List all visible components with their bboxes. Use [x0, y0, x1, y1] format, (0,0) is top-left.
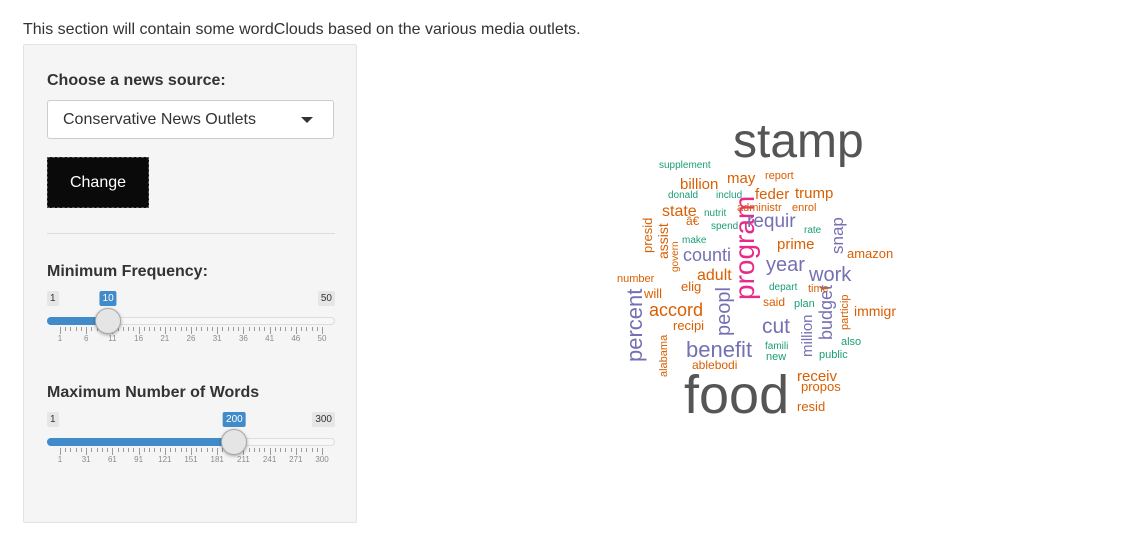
wordcloud-word: rate: [804, 225, 822, 236]
wordcloud-word: donald: [668, 190, 698, 201]
wordcloud-word: requir: [747, 211, 796, 232]
wordcloud-word: elig: [681, 279, 701, 294]
wordcloud-word: plan: [794, 298, 815, 310]
wordcloud-word: particip: [839, 295, 851, 330]
wordcloud-word: may: [727, 170, 756, 187]
wordcloud-word: feder: [755, 186, 789, 203]
wordcloud-word: new: [766, 351, 786, 363]
wordcloud-word: peopl: [713, 287, 735, 336]
wordcloud-word: nutrit: [704, 208, 726, 219]
wordcloud-word: propos: [801, 379, 841, 394]
wordcloud-word: â€: [686, 214, 700, 228]
wordcloud-word: public: [819, 349, 848, 361]
wordcloud-word: food: [684, 365, 789, 425]
wordcloud: stampfoodprogrambenefitpercent peoplworky…: [617, 115, 896, 425]
wordcloud-word: time: [808, 283, 829, 295]
wordcloud-word: enrol: [792, 202, 816, 214]
wordcloud-word: counti: [683, 245, 731, 265]
wordcloud-word: accord: [649, 300, 703, 320]
wordcloud-word: depart: [769, 282, 798, 293]
wordcloud-word: adult: [697, 267, 732, 284]
wordcloud-word: spend: [711, 221, 738, 232]
wordcloud-word: recipi: [673, 318, 704, 333]
wordcloud-word: amazon: [847, 246, 893, 261]
wordcloud-word: year: [766, 254, 805, 276]
wordcloud-word: make: [682, 235, 707, 246]
wordcloud-word: prime: [777, 236, 815, 253]
wordcloud-word: administr: [737, 202, 782, 214]
wordcloud-word: resid: [797, 399, 825, 414]
wordcloud-word: govern: [670, 241, 681, 272]
wordcloud-word: alabama: [658, 334, 670, 377]
wordcloud-word: million: [799, 314, 816, 357]
wordcloud-word: immigr: [854, 303, 896, 319]
wordcloud-word: stamp: [733, 115, 864, 168]
wordcloud-word: cut: [762, 315, 790, 338]
wordcloud-word: trump: [795, 185, 833, 202]
wordcloud-word: will: [643, 286, 662, 301]
wordcloud-word: said: [763, 295, 785, 309]
wordcloud-word: ablebodi: [692, 358, 737, 372]
wordcloud-word: number: [617, 273, 655, 285]
wordcloud-word: presid: [640, 218, 655, 253]
wordcloud-word: also: [841, 336, 861, 348]
wordcloud-word: report: [765, 170, 794, 182]
wordcloud-word: supplement: [659, 160, 711, 171]
wordcloud-word: snap: [828, 217, 847, 254]
wordcloud-word: assist: [655, 223, 671, 259]
wordcloud-word: includ: [716, 190, 742, 201]
